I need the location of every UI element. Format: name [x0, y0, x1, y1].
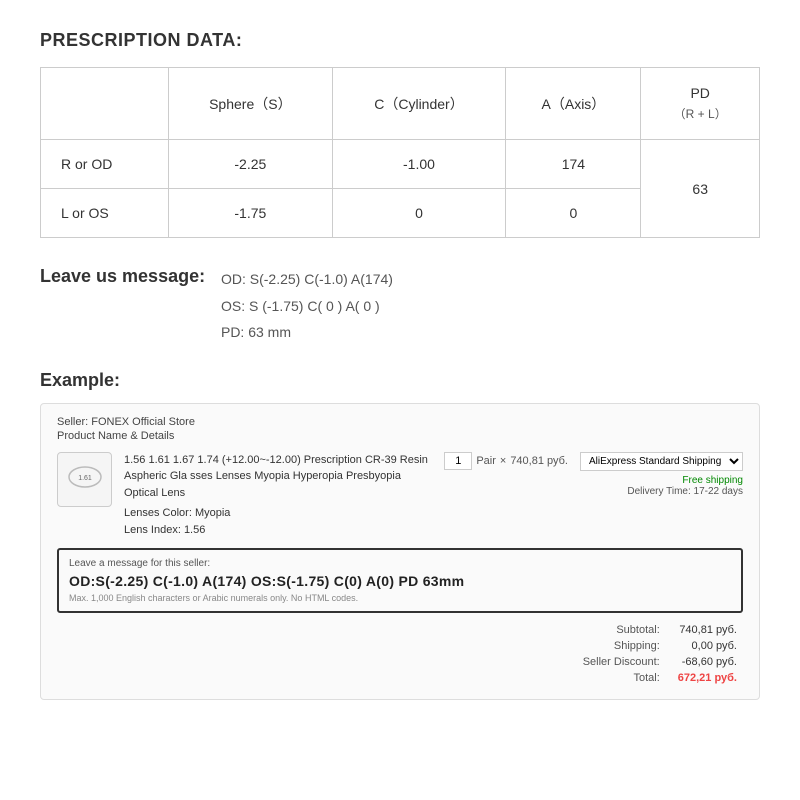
product-details: 1.56 1.61 1.67 1.74 (+12.00~-12.00) Pres… [124, 452, 432, 539]
subtotal-value: 740,81 руб. [674, 623, 741, 637]
row-cylinder-od: -1.00 [332, 140, 506, 189]
pd-header-text: PD （R + L） [674, 85, 727, 121]
svg-text:1.61: 1.61 [78, 475, 92, 482]
qty-input[interactable] [444, 452, 472, 470]
example-box: Seller: FONEX Official Store Product Nam… [40, 403, 760, 701]
col-header-sphere: Sphere（S） [169, 68, 332, 140]
lens-index-label: Lens Index: [124, 524, 181, 536]
message-section: Leave us message: OD: S(-2.25) C(-1.0) A… [40, 266, 760, 346]
col-header-empty [41, 68, 169, 140]
shipping-label: Shipping: [579, 639, 672, 653]
message-box-label: Leave a message for this seller: [69, 558, 731, 569]
message-content: OD: S(-2.25) C(-1.0) A(174) OS: S (-1.75… [221, 266, 393, 346]
message-box-hint: Max. 1,000 English characters or Arabic … [69, 593, 731, 603]
row-pd-combined: 63 [641, 140, 760, 238]
order-summary: Subtotal: 740,81 руб. Shipping: 0,00 руб… [577, 621, 743, 687]
qty-unit: Pair [476, 455, 496, 467]
message-box-text: OD:S(-2.25) C(-1.0) A(174) OS:S(-1.75) C… [69, 573, 731, 589]
price-value: 740,81 руб. [510, 455, 568, 467]
message-line-3: PD: 63 mm [221, 319, 393, 346]
product-label: Product Name & Details [57, 430, 743, 442]
shipping-section: AliExpress Standard Shipping Free shippi… [580, 452, 743, 497]
subtotal-row: Subtotal: 740,81 руб. [579, 623, 741, 637]
col-header-pd: PD （R + L） [641, 68, 760, 140]
row-axis-os: 0 [506, 189, 641, 238]
table-row-od: R or OD -2.25 -1.00 174 63 [41, 140, 760, 189]
lens-icon: 1.61 [65, 457, 105, 501]
seller-message-box: Leave a message for this seller: OD:S(-2… [57, 548, 743, 613]
total-row: Total: 672,21 руб. [579, 671, 741, 685]
row-sphere-os: -1.75 [169, 189, 332, 238]
prescription-table: Sphere（S） C（Cylinder） A（Axis） PD （R + L）… [40, 67, 760, 238]
col-header-axis: A（Axis） [506, 68, 641, 140]
lens-color-value: Myopia [195, 507, 230, 519]
row-sphere-od: -2.25 [169, 140, 332, 189]
message-line-2: OS: S (-1.75) C( 0 ) A( 0 ) [221, 293, 393, 320]
discount-label: Seller Discount: [579, 655, 672, 669]
prescription-title: PRESCRIPTION DATA: [40, 30, 760, 51]
delivery-time: Delivery Time: 17-22 days [580, 486, 743, 497]
lens-color-label: Lenses Color: [124, 507, 192, 519]
lens-index-row: Lens Index: 1.56 [124, 522, 432, 539]
lens-index-value: 1.56 [184, 524, 205, 536]
product-name: 1.56 1.61 1.67 1.74 (+12.00~-12.00) Pres… [124, 452, 432, 502]
qty-row: Pair × 740,81 руб. [444, 452, 568, 470]
total-value: 672,21 руб. [674, 671, 741, 685]
prescription-section: PRESCRIPTION DATA: Sphere（S） C（Cylinder）… [40, 30, 760, 238]
row-label-os: L or OS [41, 189, 169, 238]
example-section: Example: Seller: FONEX Official Store Pr… [40, 370, 760, 701]
seller-name: Seller: FONEX Official Store [57, 416, 743, 428]
shipping-select[interactable]: AliExpress Standard Shipping [580, 452, 743, 471]
message-line-1: OD: S(-2.25) C(-1.0) A(174) [221, 266, 393, 293]
shipping-row: Shipping: 0,00 руб. [579, 639, 741, 653]
col-header-cylinder: C（Cylinder） [332, 68, 506, 140]
price-multiplier: × [500, 455, 506, 467]
example-title: Example: [40, 370, 760, 391]
lens-color-row: Lenses Color: Myopia [124, 505, 432, 522]
message-title: Leave us message: [40, 266, 205, 287]
product-image: 1.61 [57, 452, 112, 507]
row-cylinder-os: 0 [332, 189, 506, 238]
discount-row: Seller Discount: -68,60 руб. [579, 655, 741, 669]
free-shipping: Free shipping [580, 475, 743, 486]
total-label: Total: [579, 671, 672, 685]
quantity-section: Pair × 740,81 руб. [444, 452, 568, 470]
row-axis-od: 174 [506, 140, 641, 189]
discount-value: -68,60 руб. [674, 655, 741, 669]
row-label-od: R or OD [41, 140, 169, 189]
product-row: 1.61 1.56 1.61 1.67 1.74 (+12.00~-12.00)… [57, 452, 743, 539]
subtotal-label: Subtotal: [579, 623, 672, 637]
shipping-value: 0,00 руб. [674, 639, 741, 653]
